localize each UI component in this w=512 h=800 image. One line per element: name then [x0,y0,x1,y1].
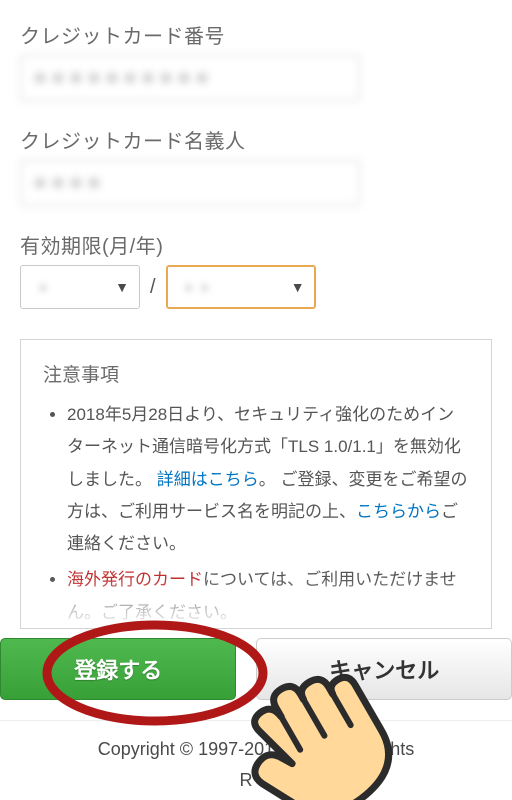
expiry-separator: / [148,276,158,299]
expiry-month-select[interactable]: ＊ ▼ [20,265,140,309]
chevron-down-icon: ▼ [291,279,305,295]
card-number-input[interactable] [20,55,360,101]
submit-button[interactable]: 登録する [0,638,236,700]
details-link[interactable]: 詳細はこちら [157,470,259,489]
notice-box: 注意事項 2018年5月28日より、セキュリティ強化のためインターネット通信暗号… [20,339,492,629]
notice-item: 2018年5月28日より、セキュリティ強化のためインターネット通信暗号化方式「T… [67,399,469,560]
card-holder-input[interactable] [20,160,360,206]
card-number-label: クレジットカード番号 [20,20,492,49]
cancel-button[interactable]: キャンセル [256,638,512,700]
expiry-year-select[interactable]: ＊＊ ▼ [166,265,316,309]
chevron-down-icon: ▼ [115,279,129,295]
contact-link[interactable]: こちらから [356,502,441,521]
expiry-label: 有効期限(月/年) [20,230,492,259]
notice-title: 注意事項 [43,360,469,387]
card-holder-label: クレジットカード名義人 [20,125,492,154]
copyright: Copyright © 1997-2019 ., Ltd. All Rights… [0,734,512,795]
